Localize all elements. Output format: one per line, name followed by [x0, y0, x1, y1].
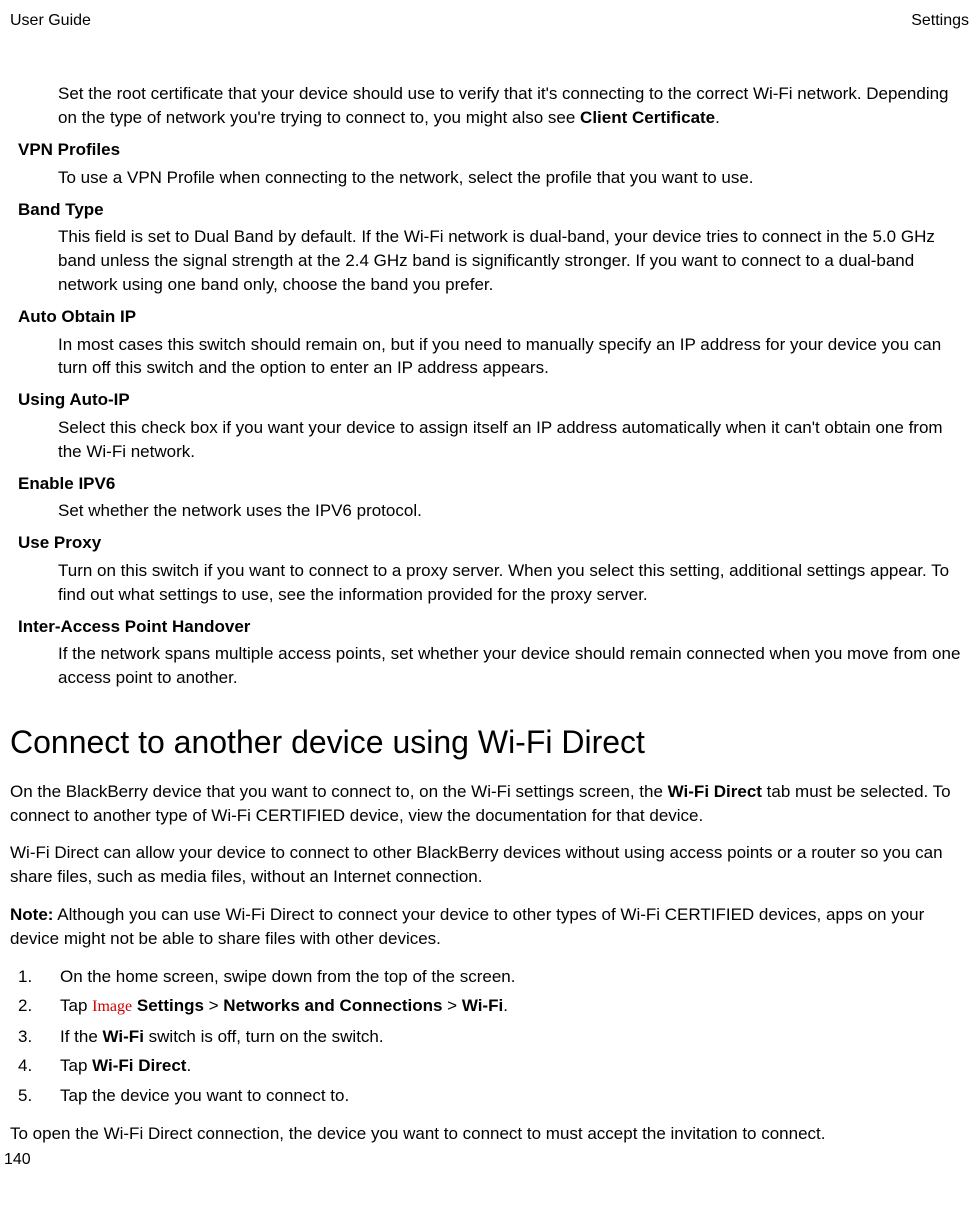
- step-2: Tap Image Settings > Networks and Connec…: [18, 994, 969, 1018]
- s2-dot: .: [503, 996, 508, 1015]
- s2-gt2: >: [442, 996, 461, 1015]
- paragraph-note: Note: Although you can use Wi-Fi Direct …: [10, 903, 969, 951]
- intro-tail: .: [715, 108, 720, 127]
- s4-bold: Wi-Fi Direct: [92, 1056, 186, 1075]
- term-vpn-profiles-body: To use a VPN Profile when connecting to …: [58, 166, 969, 190]
- p1-bold: Wi-Fi Direct: [668, 782, 762, 801]
- note-label: Note:: [10, 905, 53, 924]
- term-band-type-body: This field is set to Dual Band by defaul…: [58, 225, 969, 296]
- term-auto-obtain-ip-body: In most cases this switch should remain …: [58, 333, 969, 381]
- term-auto-obtain-ip: Auto Obtain IP: [18, 305, 969, 329]
- step-4: Tap Wi-Fi Direct.: [18, 1054, 969, 1078]
- s2-wifi: Wi-Fi: [462, 996, 503, 1015]
- term-inter-access-point: Inter-Access Point Handover: [18, 615, 969, 639]
- page-header: User Guide Settings: [10, 10, 969, 32]
- intro-bold: Client Certificate: [580, 108, 715, 127]
- header-right: Settings: [911, 10, 969, 32]
- term-inter-access-point-body: If the network spans multiple access poi…: [58, 642, 969, 690]
- term-enable-ipv6-body: Set whether the network uses the IPV6 pr…: [58, 499, 969, 523]
- s2-a: Tap: [60, 996, 92, 1015]
- term-using-auto-ip-body: Select this check box if you want your d…: [58, 416, 969, 464]
- s4-a: Tap: [60, 1056, 92, 1075]
- settings-icon: Image: [92, 998, 132, 1015]
- term-using-auto-ip: Using Auto-IP: [18, 388, 969, 412]
- paragraph-1: On the BlackBerry device that you want t…: [10, 780, 969, 828]
- intro-text: Set the root certificate that your devic…: [58, 84, 949, 127]
- page-number: 140: [4, 1149, 31, 1171]
- term-use-proxy: Use Proxy: [18, 531, 969, 555]
- term-band-type: Band Type: [18, 198, 969, 222]
- steps-list: On the home screen, swipe down from the …: [10, 965, 969, 1109]
- note-body: Although you can use Wi-Fi Direct to con…: [10, 905, 924, 948]
- intro-paragraph: Set the root certificate that your devic…: [58, 82, 969, 130]
- s4-dot: .: [186, 1056, 191, 1075]
- section-heading: Connect to another device using Wi-Fi Di…: [10, 720, 969, 765]
- s3-a: If the: [60, 1027, 103, 1046]
- paragraph-2: Wi-Fi Direct can allow your device to co…: [10, 841, 969, 889]
- s2-settings: Settings: [137, 996, 204, 1015]
- step-3: If the Wi-Fi switch is off, turn on the …: [18, 1025, 969, 1049]
- header-left: User Guide: [10, 10, 91, 32]
- s2-gt1: >: [204, 996, 223, 1015]
- s3-b: switch is off, turn on the switch.: [144, 1027, 384, 1046]
- p1-a: On the BlackBerry device that you want t…: [10, 782, 668, 801]
- s3-bold: Wi-Fi: [103, 1027, 144, 1046]
- s2-nc: Networks and Connections: [223, 996, 442, 1015]
- term-enable-ipv6: Enable IPV6: [18, 472, 969, 496]
- closing-paragraph: To open the Wi-Fi Direct connection, the…: [10, 1122, 969, 1146]
- step-5: Tap the device you want to connect to.: [18, 1084, 969, 1108]
- main-content: Set the root certificate that your devic…: [10, 82, 969, 1145]
- step-1: On the home screen, swipe down from the …: [18, 965, 969, 989]
- term-vpn-profiles: VPN Profiles: [18, 138, 969, 162]
- term-use-proxy-body: Turn on this switch if you want to conne…: [58, 559, 969, 607]
